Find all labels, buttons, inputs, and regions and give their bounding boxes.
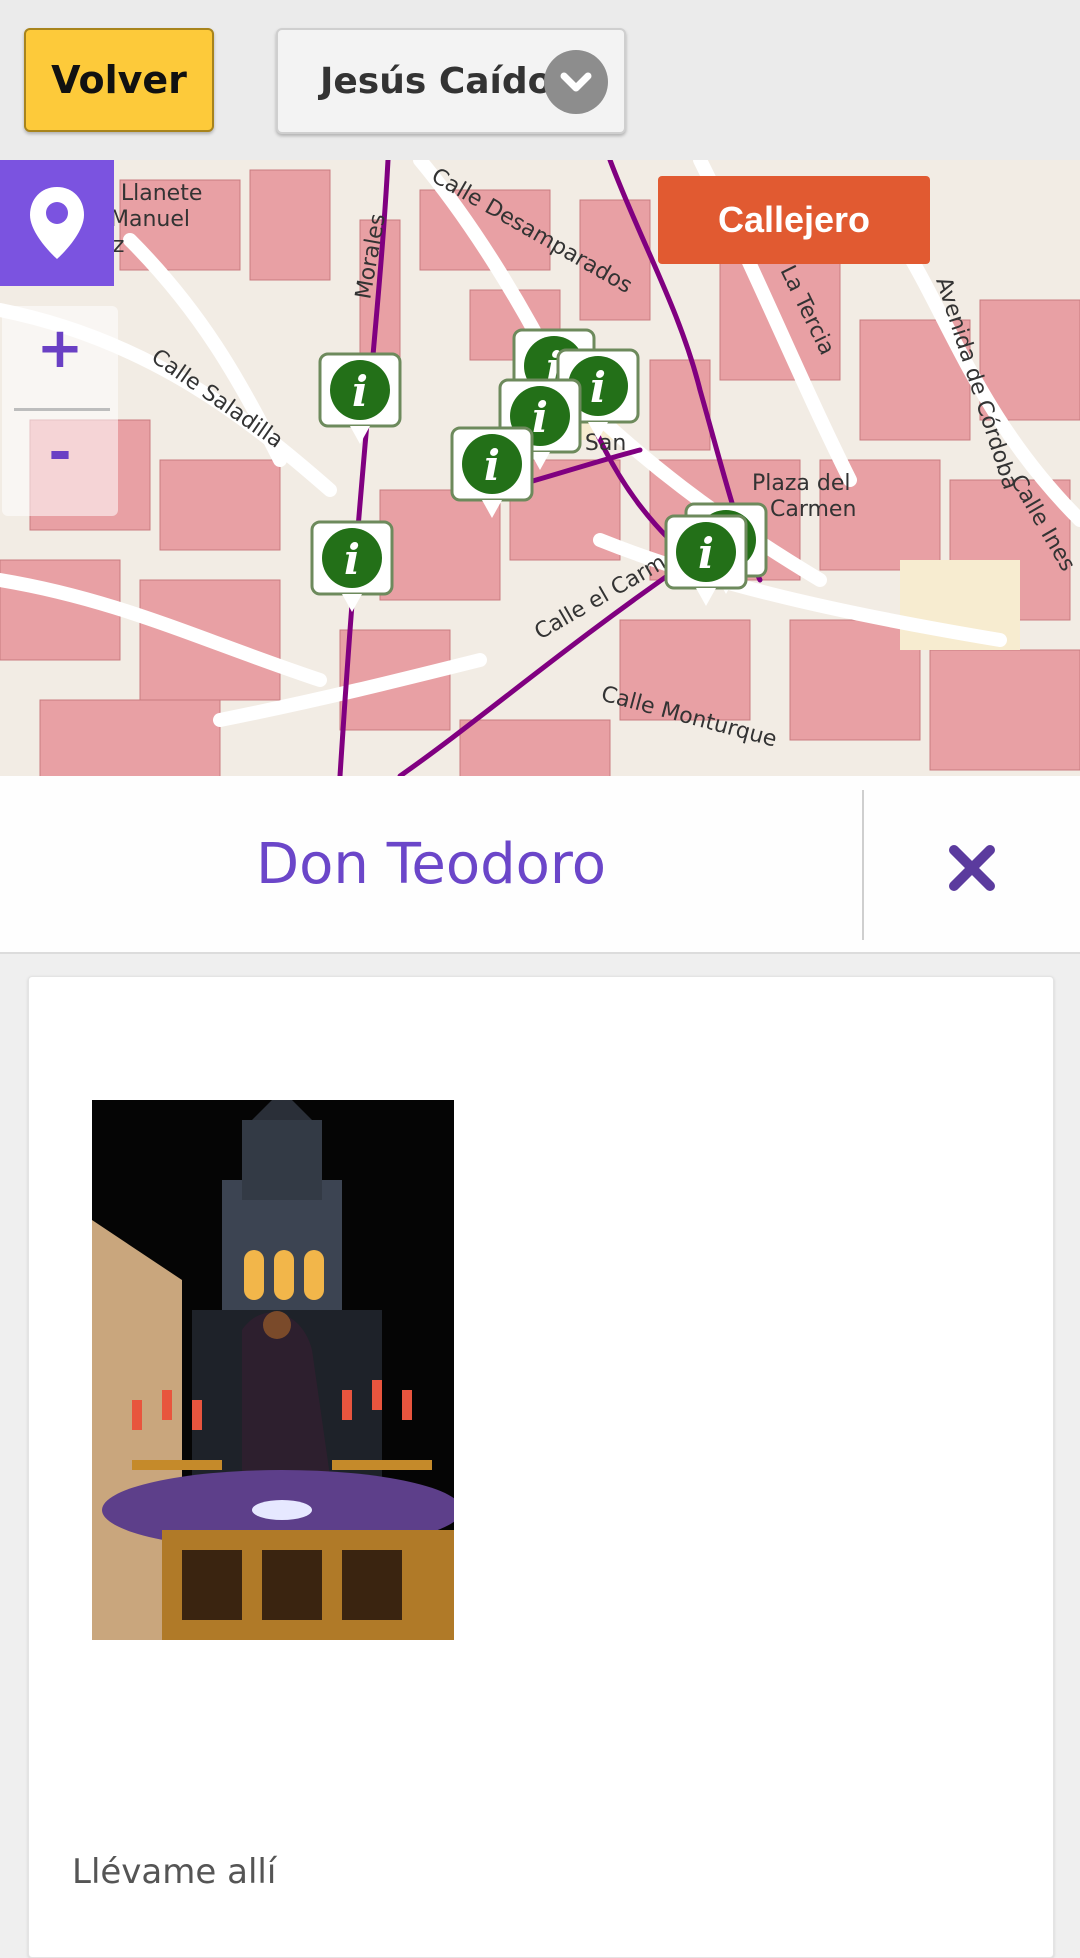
info-marker[interactable]: i: [318, 352, 402, 452]
info-title: Don Teodoro: [256, 831, 606, 897]
header-divider: [862, 790, 864, 940]
zoom-out-button[interactable]: -: [2, 420, 118, 485]
close-button[interactable]: [940, 836, 1004, 900]
top-bar: Volver Jesús Caído: [0, 0, 1080, 160]
callejero-button[interactable]: Callejero: [658, 176, 930, 264]
take-me-there-link[interactable]: Llévame allí: [72, 1852, 276, 1892]
locate-button[interactable]: [0, 160, 114, 286]
procession-select[interactable]: Jesús Caído: [276, 28, 626, 134]
svg-text:i: i: [484, 441, 500, 490]
svg-text:Carmen: Carmen: [770, 497, 856, 522]
procession-photo: [92, 1100, 454, 1640]
svg-text:i: i: [698, 529, 714, 578]
zoom-separator: [14, 408, 110, 411]
info-marker[interactable]: i: [664, 514, 748, 614]
chevron-down-icon: [544, 50, 608, 114]
back-button[interactable]: Volver: [24, 28, 214, 132]
svg-text:i: i: [590, 363, 606, 412]
procession-select-value: Jesús Caído: [320, 60, 553, 102]
info-marker[interactable]: i: [310, 520, 394, 620]
info-marker[interactable]: i: [450, 426, 534, 526]
svg-text:Manuel: Manuel: [110, 207, 190, 232]
location-pin-icon: [30, 187, 84, 259]
zoom-in-button[interactable]: +: [2, 316, 118, 381]
close-icon: [949, 845, 995, 891]
zoom-control: + -: [2, 306, 118, 516]
svg-text:Plaza del: Plaza del: [752, 471, 851, 496]
svg-text:i: i: [344, 535, 360, 584]
svg-text:i: i: [532, 393, 548, 442]
info-header: Don Teodoro: [0, 776, 1080, 954]
svg-text:i: i: [352, 367, 368, 416]
